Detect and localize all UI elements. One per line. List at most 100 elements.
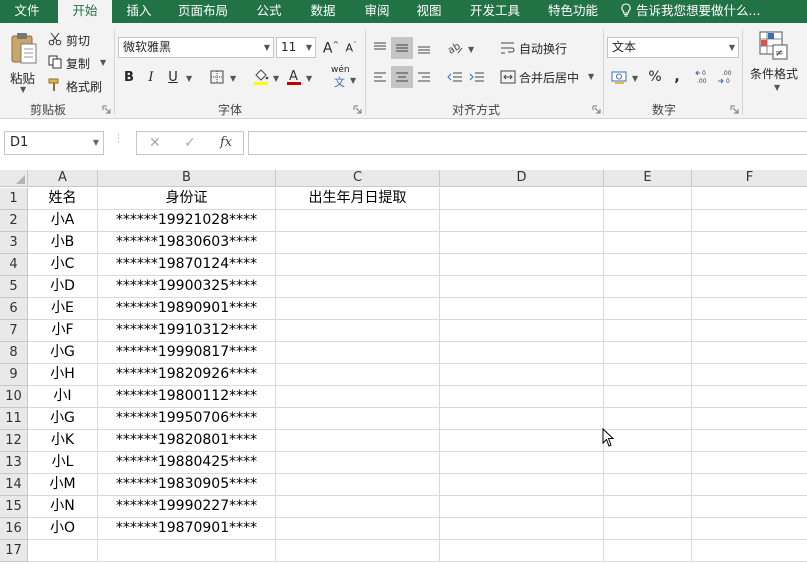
cell-f6[interactable] — [692, 298, 807, 320]
cell-b17[interactable] — [98, 540, 276, 562]
column-header-c[interactable]: C — [276, 170, 440, 187]
cell-c4[interactable] — [276, 254, 440, 276]
select-all-button[interactable] — [0, 170, 28, 187]
cell-b3[interactable]: ******19830603**** — [98, 232, 276, 254]
cell-d15[interactable] — [440, 496, 604, 518]
cell-d5[interactable] — [440, 276, 604, 298]
cell-b11[interactable]: ******19950706**** — [98, 408, 276, 430]
paste-button[interactable]: 粘贴 ▼ — [6, 29, 42, 95]
column-header-a[interactable]: A — [28, 170, 98, 187]
decrease-font-size-button[interactable]: Aˇ — [340, 37, 362, 59]
cell-b9[interactable]: ******19820926**** — [98, 364, 276, 386]
cell-e16[interactable] — [604, 518, 692, 540]
fill-color-button[interactable] — [250, 66, 272, 88]
cell-e3[interactable] — [604, 232, 692, 254]
cell-b2[interactable]: ******19921028**** — [98, 210, 276, 232]
cell-e12[interactable] — [604, 430, 692, 452]
cell-b12[interactable]: ******19820801**** — [98, 430, 276, 452]
cell-a5[interactable]: 小D — [28, 276, 98, 298]
cell-b16[interactable]: ******19870901**** — [98, 518, 276, 540]
tab-developer[interactable]: 开发工具 — [462, 0, 528, 23]
font-name-select[interactable]: 微软雅黑 ▼ — [118, 37, 274, 58]
decrease-indent-button[interactable] — [444, 66, 466, 88]
cell-c9[interactable] — [276, 364, 440, 386]
cell-e5[interactable] — [604, 276, 692, 298]
increase-decimal-button[interactable]: 0.00 — [694, 66, 714, 88]
bold-button[interactable]: B — [118, 66, 140, 88]
cell-e17[interactable] — [604, 540, 692, 562]
cell-c5[interactable] — [276, 276, 440, 298]
cell-a12[interactable]: 小K — [28, 430, 98, 452]
increase-font-size-button[interactable]: A^ — [320, 37, 342, 59]
cell-d4[interactable] — [440, 254, 604, 276]
cell-c17[interactable] — [276, 540, 440, 562]
align-center-button[interactable] — [391, 66, 413, 88]
tab-insert[interactable]: 插入 — [114, 0, 164, 23]
chevron-down-icon[interactable]: ▼ — [306, 74, 312, 83]
cell-b14[interactable]: ******19830905**** — [98, 474, 276, 496]
cell-a16[interactable]: 小O — [28, 518, 98, 540]
row-header-3[interactable]: 3 — [0, 232, 28, 254]
dialog-launcher-icon[interactable] — [592, 105, 601, 114]
row-header-2[interactable]: 2 — [0, 210, 28, 232]
tab-view[interactable]: 视图 — [408, 0, 450, 23]
cell-b8[interactable]: ******19990817**** — [98, 342, 276, 364]
cell-e6[interactable] — [604, 298, 692, 320]
cell-f7[interactable] — [692, 320, 807, 342]
cell-e11[interactable] — [604, 408, 692, 430]
chevron-down-icon[interactable]: ▼ — [350, 76, 356, 85]
cell-c7[interactable] — [276, 320, 440, 342]
cell-f16[interactable] — [692, 518, 807, 540]
cell-a7[interactable]: 小F — [28, 320, 98, 342]
cell-d1[interactable] — [440, 188, 604, 210]
confirm-entry-button[interactable]: ✓ — [184, 132, 196, 154]
underline-button[interactable]: U — [162, 66, 184, 88]
row-header-5[interactable]: 5 — [0, 276, 28, 298]
cell-a17[interactable] — [28, 540, 98, 562]
cell-b6[interactable]: ******19890901**** — [98, 298, 276, 320]
tab-review[interactable]: 审阅 — [356, 0, 398, 23]
font-color-button[interactable]: A — [283, 66, 305, 88]
cell-d10[interactable] — [440, 386, 604, 408]
cell-a9[interactable]: 小H — [28, 364, 98, 386]
cell-c2[interactable] — [276, 210, 440, 232]
cell-b7[interactable]: ******19910312**** — [98, 320, 276, 342]
worksheet-grid[interactable]: A B C D E F 1 姓名 身份证 出生年月日提取 2 小A ******19921028****… — [0, 170, 807, 564]
cell-e10[interactable] — [604, 386, 692, 408]
borders-button[interactable] — [206, 66, 228, 88]
accounting-format-button[interactable] — [607, 66, 633, 88]
cell-f5[interactable] — [692, 276, 807, 298]
cell-f1[interactable] — [692, 188, 807, 210]
cell-f13[interactable] — [692, 452, 807, 474]
splitter-handle[interactable]: ⋮ — [114, 135, 123, 144]
cell-d3[interactable] — [440, 232, 604, 254]
cell-e4[interactable] — [604, 254, 692, 276]
cell-a11[interactable]: 小G — [28, 408, 98, 430]
cell-d12[interactable] — [440, 430, 604, 452]
cell-d9[interactable] — [440, 364, 604, 386]
row-header-4[interactable]: 4 — [0, 254, 28, 276]
cell-f8[interactable] — [692, 342, 807, 364]
column-header-f[interactable]: F — [692, 170, 807, 187]
name-box[interactable]: D1 ▼ — [4, 131, 104, 155]
align-bottom-button[interactable] — [413, 37, 435, 59]
cell-b15[interactable]: ******19990227**** — [98, 496, 276, 518]
cell-c14[interactable] — [276, 474, 440, 496]
row-header-12[interactable]: 12 — [0, 430, 28, 452]
cell-c10[interactable] — [276, 386, 440, 408]
cell-d8[interactable] — [440, 342, 604, 364]
cell-c11[interactable] — [276, 408, 440, 430]
row-header-6[interactable]: 6 — [0, 298, 28, 320]
formula-input[interactable] — [248, 131, 807, 155]
dialog-launcher-icon[interactable] — [353, 105, 362, 114]
cell-a3[interactable]: 小B — [28, 232, 98, 254]
insert-function-button[interactable]: fx — [220, 132, 232, 154]
cell-e1[interactable] — [604, 188, 692, 210]
cell-c16[interactable] — [276, 518, 440, 540]
cell-c3[interactable] — [276, 232, 440, 254]
cell-f2[interactable] — [692, 210, 807, 232]
cell-a6[interactable]: 小E — [28, 298, 98, 320]
merge-center-button[interactable]: 合并后居中 ▼ — [498, 66, 600, 88]
cell-f17[interactable] — [692, 540, 807, 562]
chevron-down-icon[interactable]: ▼ — [230, 74, 236, 83]
